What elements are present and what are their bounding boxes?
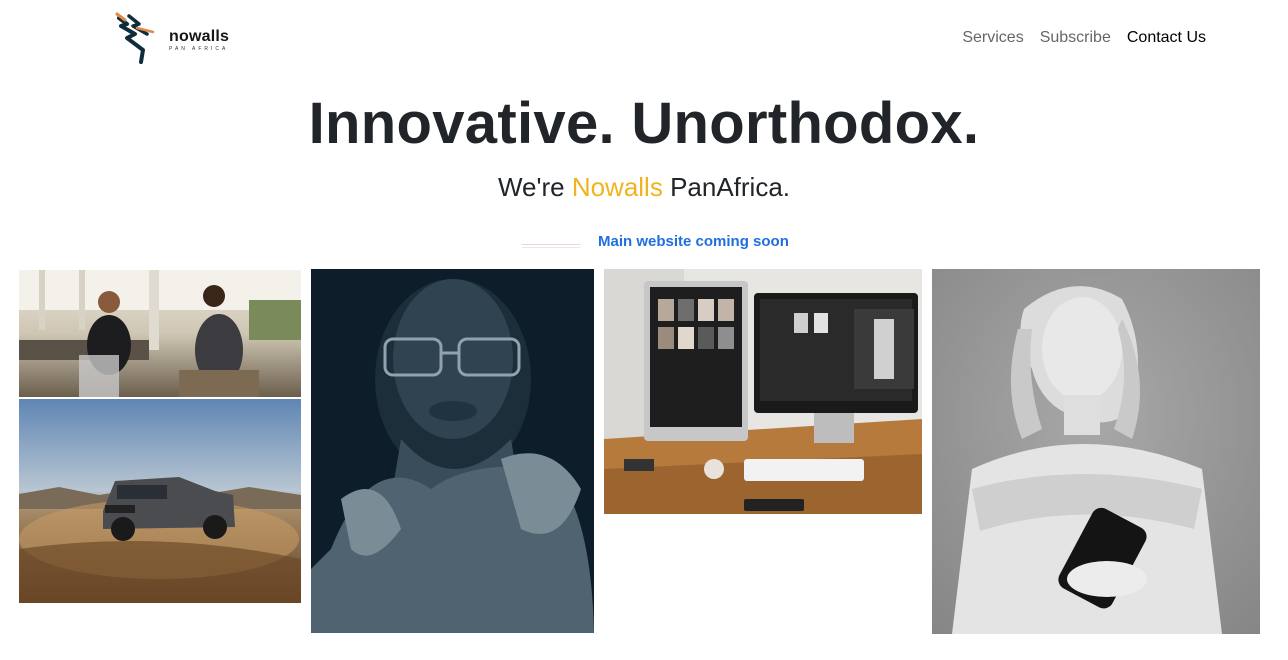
logo-text: nowalls Pan Africa <box>169 29 229 52</box>
nav-subscribe[interactable]: Subscribe <box>1040 29 1111 47</box>
suv-desert-photo <box>19 399 301 603</box>
hero-subtitle-pre: We're <box>497 172 572 202</box>
hero-subtitle-post: PanAfrica. <box>662 172 791 202</box>
woman-portrait-photo <box>311 269 594 633</box>
coming-soon-divider <box>521 244 581 248</box>
nav-services[interactable]: Services <box>962 29 1023 47</box>
hero-subtitle: We're Nowalls PanAfrica. <box>0 172 1288 203</box>
logo-tagline: Pan Africa <box>169 46 229 52</box>
page: nowalls Pan Africa Services Subscribe Co… <box>0 0 1288 660</box>
coming-soon-link[interactable]: Main website coming soon <box>598 233 789 250</box>
nav-contact-us[interactable]: Contact Us <box>1127 29 1206 47</box>
statue-phone-photo <box>932 269 1260 634</box>
logo-word: nowalls <box>169 28 230 45</box>
nowalls-logo-mark-icon <box>115 12 155 64</box>
nowalls-logo[interactable]: nowalls Pan Africa <box>113 12 229 66</box>
hero-title: Innovative. Unorthodox. <box>308 91 980 156</box>
hero-subtitle-brand: Nowalls <box>571 172 663 202</box>
main-nav: Services Subscribe Contact Us <box>962 29 1206 47</box>
desk-monitors-photo <box>604 269 922 514</box>
office-meeting-photo <box>19 270 301 397</box>
